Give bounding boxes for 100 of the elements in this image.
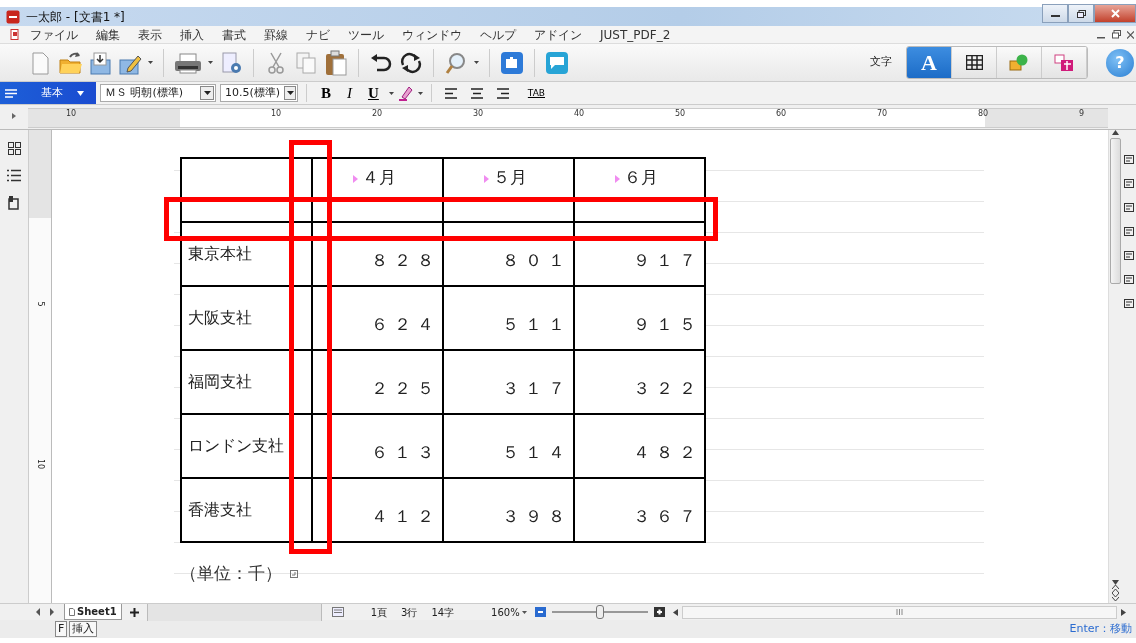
ruler-number: 40 xyxy=(574,109,586,120)
window-title: 一太郎 - [文書1 *] xyxy=(26,8,125,26)
mode-tab[interactable]: A xyxy=(907,47,952,78)
italic-button[interactable]: I xyxy=(341,85,358,101)
scroll-left-icon[interactable] xyxy=(672,608,678,616)
ruler-number: 50 xyxy=(675,109,687,120)
menu-item[interactable]: 書式 xyxy=(213,25,255,44)
menu-icon xyxy=(5,88,17,98)
row-label: 大阪支社 xyxy=(181,286,312,350)
caret-icon[interactable] xyxy=(474,61,479,64)
zoom-dropdown[interactable]: 160% xyxy=(491,604,520,620)
ruler-number: 80 xyxy=(978,109,990,120)
paste-icon[interactable] xyxy=(324,49,348,76)
caret-icon[interactable] xyxy=(148,61,153,64)
frame-icon xyxy=(1054,53,1074,72)
table-cell: ８２８ xyxy=(312,222,443,286)
grid-icon xyxy=(965,55,983,70)
caret-icon[interactable] xyxy=(388,91,394,95)
table-cell: ３９８ xyxy=(443,478,574,542)
open-folder-icon[interactable] xyxy=(58,50,82,75)
thumbnail-view-icon[interactable] xyxy=(7,142,21,155)
grip-icon xyxy=(895,609,903,615)
marker-icon xyxy=(484,174,489,183)
marker-icon xyxy=(353,174,358,183)
align-center-icon[interactable] xyxy=(470,87,483,99)
menu-item[interactable]: 罫線 xyxy=(255,25,297,44)
ruler-number: 30 xyxy=(473,109,485,120)
restore-icon[interactable] xyxy=(1112,30,1121,39)
page-view-icon[interactable] xyxy=(7,196,21,210)
mode-tab[interactable] xyxy=(952,47,997,78)
table-cell: ９１５ xyxy=(574,286,705,350)
menu-item[interactable]: ウィンドウ xyxy=(393,25,471,44)
chat-icon[interactable] xyxy=(545,50,569,75)
close-icon xyxy=(1110,9,1120,18)
align-right-icon[interactable] xyxy=(496,87,509,99)
menu-item[interactable]: 表示 xyxy=(129,25,171,44)
menu-item[interactable]: ファイル xyxy=(21,25,87,44)
zoom-out-icon[interactable] xyxy=(534,607,546,617)
next-page-icon[interactable] xyxy=(1112,593,1119,601)
close-icon[interactable] xyxy=(1127,30,1134,39)
table-cell: ３６７ xyxy=(574,478,705,542)
table-cell: ３１７ xyxy=(443,350,574,414)
printer-icon[interactable] xyxy=(174,50,202,75)
table-cell: ５１４ xyxy=(443,414,574,478)
font-size-dropdown[interactable]: 10.5(標準) xyxy=(220,84,298,102)
row-label: 東京本社 xyxy=(181,222,312,286)
align-left-icon[interactable] xyxy=(444,87,457,99)
page-settings-icon[interactable] xyxy=(219,50,243,75)
font-dropdown[interactable]: ＭＳ 明朝(標準) xyxy=(100,84,216,102)
menu-item[interactable]: JUST_PDF_2 xyxy=(591,25,680,44)
document-menu-icon[interactable] xyxy=(10,29,21,40)
style-dropdown[interactable]: 基本 xyxy=(0,82,96,104)
caret-icon[interactable] xyxy=(417,91,423,95)
table-cell: ８０１ xyxy=(443,222,574,286)
restore-button[interactable] xyxy=(1068,4,1094,23)
page-count: 1頁 xyxy=(370,605,387,620)
caret-icon[interactable] xyxy=(208,61,213,64)
close-button[interactable] xyxy=(1094,4,1136,23)
menu-item[interactable]: 編集 xyxy=(87,25,129,44)
marker-icon xyxy=(615,174,620,183)
scrollbar-thumb[interactable] xyxy=(1110,138,1121,284)
ruler-number: 10 xyxy=(271,109,283,120)
scroll-down-icon[interactable] xyxy=(1112,580,1119,585)
caret-icon[interactable] xyxy=(521,610,527,614)
minimize-button[interactable] xyxy=(1042,4,1068,23)
sheet-tab[interactable]: Sheet1 xyxy=(64,604,122,620)
menu-item[interactable]: ツール xyxy=(339,25,393,44)
previous-page-icon[interactable] xyxy=(1112,585,1119,593)
list-view-icon[interactable] xyxy=(7,169,21,182)
row-label: 香港支社 xyxy=(181,478,312,542)
mode-label: 文字 xyxy=(870,54,892,71)
row-label: ロンドン支社 xyxy=(181,414,312,478)
table-cell: ５１１ xyxy=(443,286,574,350)
view-mode-icon[interactable] xyxy=(331,607,344,617)
ruler-number: 5 xyxy=(35,301,46,307)
highlighter-icon[interactable] xyxy=(397,85,414,101)
underline-button[interactable]: U xyxy=(362,85,385,101)
horizontal-scrollbar[interactable] xyxy=(681,605,1117,619)
shapes-icon xyxy=(1009,54,1029,71)
line-count: 3行 xyxy=(401,605,418,620)
column-header: ６月 xyxy=(624,168,658,187)
caret-icon[interactable] xyxy=(203,91,211,95)
menu-item[interactable]: アドイン xyxy=(525,25,591,44)
zoom-in-icon[interactable] xyxy=(653,607,665,617)
search-icon[interactable] xyxy=(444,50,468,75)
tab-button[interactable]: TAB xyxy=(521,88,551,98)
add-sheet-icon[interactable] xyxy=(129,607,139,617)
zoom-slider-thumb[interactable] xyxy=(595,605,604,619)
bold-button[interactable]: B xyxy=(315,85,337,101)
table-cell: ６２４ xyxy=(312,286,443,350)
column-header: ４月 xyxy=(362,168,396,187)
menu-item[interactable]: 挿入 xyxy=(171,25,213,44)
page-icon xyxy=(69,607,75,616)
redo-icon[interactable] xyxy=(399,50,423,75)
save-icon[interactable] xyxy=(88,50,112,75)
menu-item[interactable]: ナビ xyxy=(297,25,339,44)
menu-item[interactable]: ヘルプ xyxy=(471,25,525,44)
scroll-right-icon[interactable] xyxy=(1120,608,1126,616)
ruler-number: 10 xyxy=(66,109,78,120)
caret-icon[interactable] xyxy=(286,91,294,95)
